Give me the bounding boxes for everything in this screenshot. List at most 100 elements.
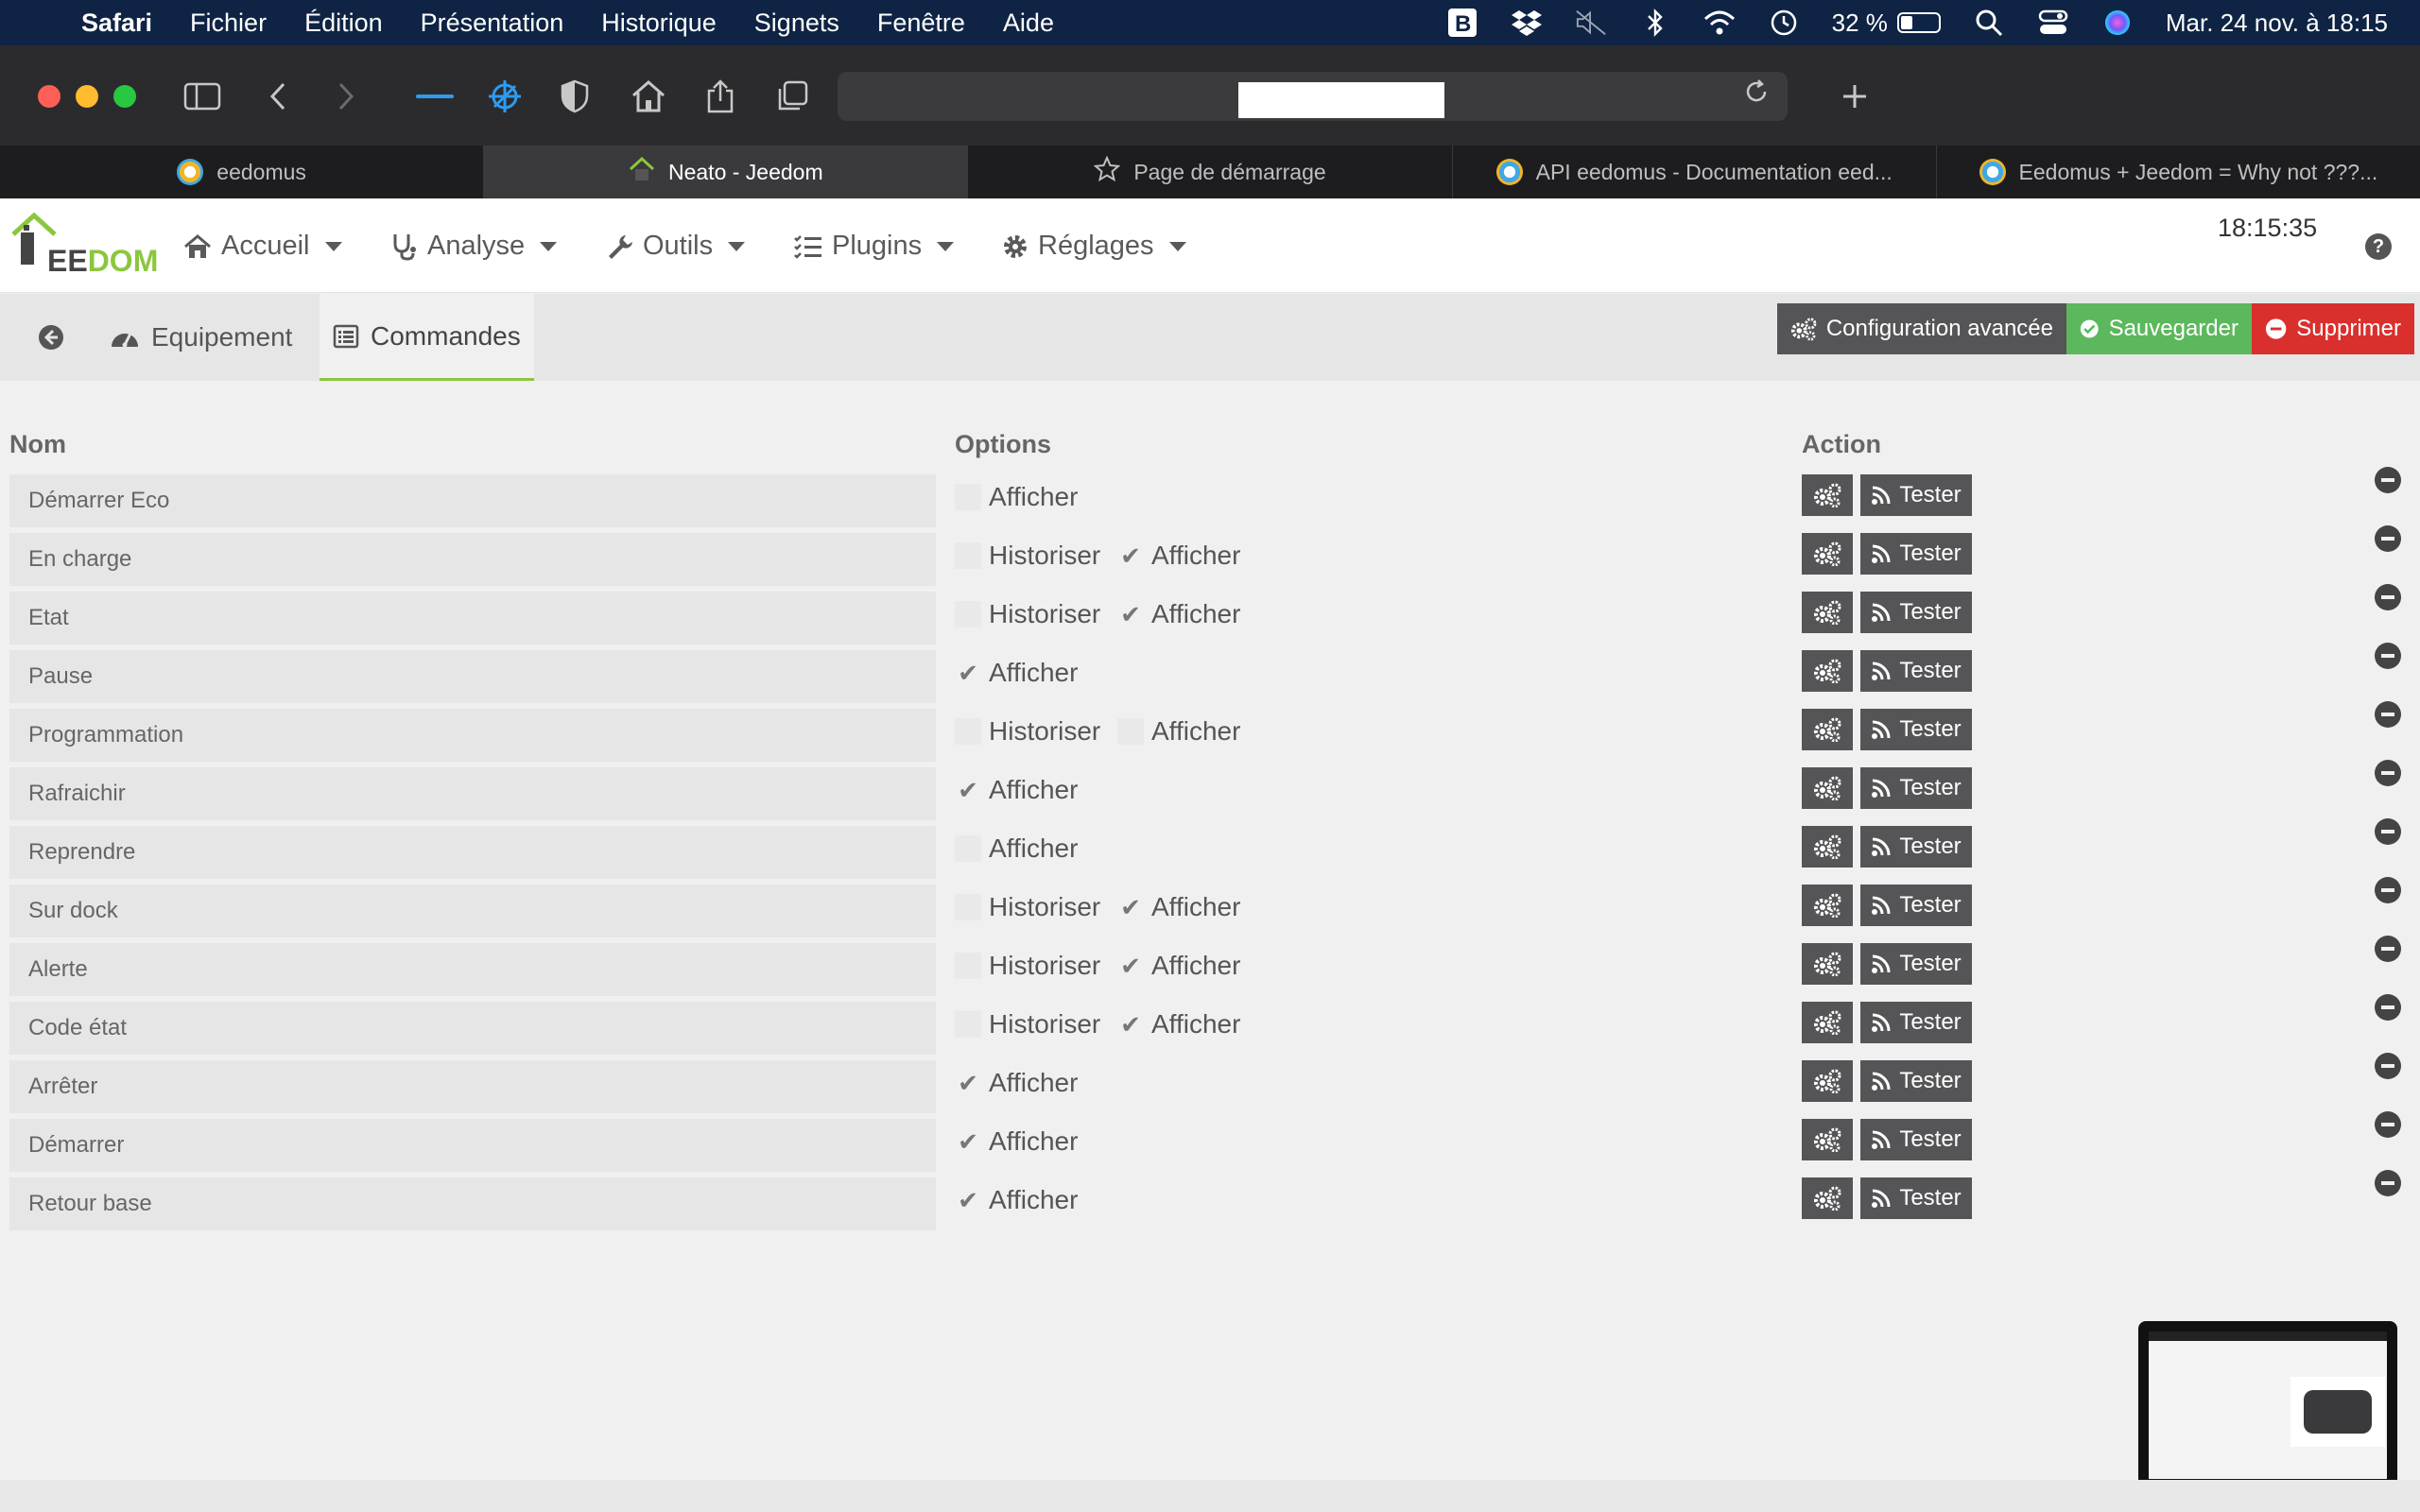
test-command-button[interactable]: Tester (1860, 767, 1972, 809)
historiser-checkbox[interactable] (955, 953, 981, 979)
test-command-button[interactable]: Tester (1860, 826, 1972, 868)
test-command-button[interactable]: Tester (1860, 1002, 1972, 1043)
control-center-icon[interactable] (2037, 7, 2069, 39)
window-zoom-button[interactable] (113, 85, 136, 108)
nav-outils[interactable]: Outils (607, 231, 746, 262)
menu-presentation[interactable]: Présentation (421, 9, 564, 38)
window-close-button[interactable] (38, 85, 60, 108)
menu-aide[interactable]: Aide (1003, 9, 1054, 38)
afficher-checkbox[interactable]: ✔ (955, 1069, 981, 1097)
historiser-checkbox[interactable] (955, 894, 981, 920)
historiser-checkbox[interactable] (955, 718, 981, 745)
command-config-button[interactable] (1802, 650, 1853, 692)
remove-command-icon[interactable] (2375, 1111, 2401, 1138)
wifi-icon[interactable] (1703, 7, 1736, 39)
remove-command-icon[interactable] (2375, 994, 2401, 1021)
browser-tab-api-eedomus[interactable]: API eedomus - Documentation eed... (1453, 146, 1937, 198)
advanced-config-button[interactable]: Configuration avancée (1777, 303, 2066, 354)
command-config-button[interactable] (1802, 943, 1853, 985)
command-config-button[interactable] (1802, 474, 1853, 516)
test-command-button[interactable]: Tester (1860, 650, 1972, 692)
command-config-button[interactable] (1802, 533, 1853, 575)
b-status-icon[interactable]: B (1446, 7, 1478, 39)
menu-edition[interactable]: Édition (304, 9, 383, 38)
menu-app[interactable]: Safari (81, 9, 152, 38)
afficher-checkbox[interactable]: ✔ (1117, 893, 1144, 921)
siri-icon[interactable] (2101, 7, 2134, 39)
nav-plugins[interactable]: Plugins (794, 231, 955, 262)
afficher-checkbox[interactable]: ✔ (955, 659, 981, 687)
command-config-button[interactable] (1802, 885, 1853, 926)
remove-command-icon[interactable] (2375, 525, 2401, 552)
new-tab-icon[interactable] (1834, 76, 1876, 117)
remove-command-icon[interactable] (2375, 877, 2401, 903)
test-command-button[interactable]: Tester (1860, 709, 1972, 750)
jeedom-logo[interactable]: EEDOM (11, 212, 158, 282)
remove-command-icon[interactable] (2375, 643, 2401, 669)
save-button[interactable]: Sauvegarder (2066, 303, 2252, 354)
command-name-input[interactable]: Programmation (9, 709, 936, 762)
share-icon[interactable] (700, 76, 741, 117)
remove-command-icon[interactable] (2375, 584, 2401, 610)
menu-fenetre[interactable]: Fenêtre (877, 9, 965, 38)
command-name-input[interactable]: Reprendre (9, 826, 936, 879)
command-config-button[interactable] (1802, 1119, 1853, 1160)
historiser-checkbox[interactable] (955, 542, 981, 569)
tabs-overview-icon[interactable] (771, 76, 813, 117)
help-icon[interactable]: ? (2365, 233, 2392, 260)
browser-tab-start-page[interactable]: Page de démarrage (968, 146, 1453, 198)
menu-fichier[interactable]: Fichier (190, 9, 267, 38)
nav-analyse[interactable]: Analyse (391, 231, 558, 262)
menubar-datetime[interactable]: Mar. 24 nov. à 18:15 (2166, 9, 2388, 38)
remove-command-icon[interactable] (2375, 818, 2401, 845)
command-config-button[interactable] (1802, 592, 1853, 633)
window-minimize-button[interactable] (76, 85, 98, 108)
command-name-input[interactable]: Alerte (9, 943, 936, 996)
forward-icon[interactable] (325, 76, 367, 117)
tab-equipement[interactable]: Equipement (95, 294, 307, 381)
afficher-checkbox[interactable]: ✔ (1117, 600, 1144, 628)
back-to-list-button[interactable] (21, 294, 81, 381)
historiser-checkbox[interactable] (955, 1011, 981, 1038)
menu-signets[interactable]: Signets (754, 9, 839, 38)
remove-command-icon[interactable] (2375, 701, 2401, 728)
command-config-button[interactable] (1802, 1002, 1853, 1043)
address-bar[interactable] (838, 72, 1788, 121)
command-config-button[interactable] (1802, 1060, 1853, 1102)
command-name-input[interactable]: Rafraichir (9, 767, 936, 820)
dropbox-icon[interactable] (1511, 7, 1543, 39)
shield-icon[interactable] (554, 76, 596, 117)
test-command-button[interactable]: Tester (1860, 1119, 1972, 1160)
afficher-checkbox[interactable] (955, 484, 981, 510)
browser-tab-neato-jeedom[interactable]: Neato - Jeedom (484, 146, 969, 198)
remove-command-icon[interactable] (2375, 760, 2401, 786)
test-command-button[interactable]: Tester (1860, 474, 1972, 516)
tab-commandes[interactable]: Commandes (320, 294, 534, 381)
afficher-checkbox[interactable]: ✔ (955, 776, 981, 804)
browser-tab-eedomus[interactable]: eedomus (0, 146, 485, 198)
nav-accueil[interactable]: Accueil (183, 231, 342, 262)
command-config-button[interactable] (1802, 709, 1853, 750)
afficher-checkbox[interactable]: ✔ (955, 1127, 981, 1156)
command-name-input[interactable]: Pause (9, 650, 936, 703)
afficher-checkbox[interactable] (1117, 718, 1144, 745)
remove-command-icon[interactable] (2375, 1170, 2401, 1196)
delete-button[interactable]: Supprimer (2252, 303, 2414, 354)
extension-dash-icon[interactable] (414, 76, 456, 117)
reload-icon[interactable] (1742, 77, 1771, 113)
command-name-input[interactable]: Démarrer (9, 1119, 936, 1172)
test-command-button[interactable]: Tester (1860, 533, 1972, 575)
spotlight-icon[interactable] (1973, 7, 2005, 39)
command-config-button[interactable] (1802, 826, 1853, 868)
test-command-button[interactable]: Tester (1860, 1060, 1972, 1102)
command-name-input[interactable]: Code état (9, 1002, 936, 1055)
bluetooth-icon[interactable] (1639, 7, 1671, 39)
command-config-button[interactable] (1802, 767, 1853, 809)
screenshot-preview-thumbnail[interactable] (2138, 1321, 2397, 1489)
historiser-checkbox[interactable] (955, 601, 981, 627)
nav-reglages[interactable]: Réglages (1002, 231, 1186, 262)
back-icon[interactable] (257, 76, 299, 117)
test-command-button[interactable]: Tester (1860, 1177, 1972, 1219)
command-name-input[interactable]: Sur dock (9, 885, 936, 937)
command-name-input[interactable]: Etat (9, 592, 936, 644)
